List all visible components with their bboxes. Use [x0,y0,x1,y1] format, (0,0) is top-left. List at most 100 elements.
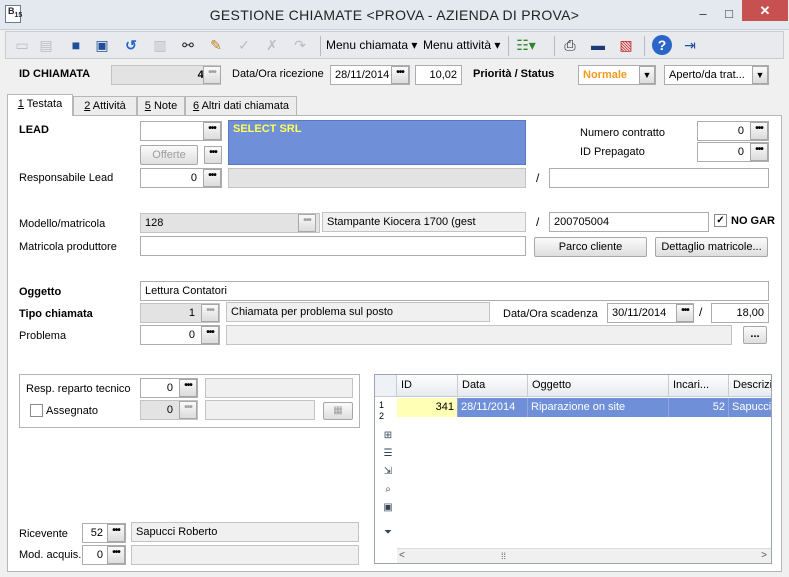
problema-description [226,325,732,345]
resp-reparto-label: Resp. reparto tecnico [26,383,131,395]
undo-icon[interactable]: ↺ [121,35,141,55]
new-icon[interactable]: ▭ [12,35,32,55]
scadenza-time-field[interactable]: 18,00 [711,303,769,323]
grid-cell-incaricato[interactable]: 52 [669,398,729,417]
column-header-incaricato[interactable]: Incari... [669,375,729,397]
prepagato-lookup-button[interactable]: ••• [750,143,768,161]
toolbar-separator [320,36,321,56]
redo-icon[interactable]: ↷ [290,35,310,55]
binoculars-icon[interactable]: ⚯ [178,35,198,55]
grid-cell-id[interactable]: 341 [397,398,458,417]
delete-icon[interactable]: ▥ [150,35,170,55]
ricevente-label: Ricevente [19,528,68,540]
tab-altri-dati[interactable]: 6 Altri dati chiamata [185,96,297,116]
offerte-button[interactable]: Offerte [140,145,198,165]
grid-corner [375,375,397,397]
pdf-icon[interactable]: ▧ [616,35,636,55]
toolbar: ▭ ▤ ■ ▣ ↺ ▥ ⚯ ✎ ✓ ✗ ↷ Menu chiamata ▾ Me… [5,31,784,59]
parco-cliente-button[interactable]: Parco cliente [534,237,647,257]
time-received-field[interactable]: 10,02 [415,65,462,85]
id-prepagato-label: ID Prepagato [580,146,645,158]
column-header-data[interactable]: Data [458,375,528,397]
help-icon[interactable]: ? [652,35,672,55]
problema-lookup-button[interactable]: ••• [201,326,219,344]
filter-icon[interactable]: ⏷ [382,527,394,539]
monitor-icon[interactable]: ▬ [588,35,608,55]
tab-note[interactable]: 5 Note [137,96,185,116]
date-picker-button[interactable]: ••• [391,66,409,84]
menu-attivita[interactable]: Menu attività ▾ [423,38,500,52]
assegnato-label: Assegnato [46,405,98,417]
separator-slash: / [536,215,540,229]
scadenza-date-picker[interactable]: ••• [676,304,694,322]
add-row-icon[interactable]: ⊞ [382,430,394,442]
assegnato-checkbox[interactable] [30,404,43,417]
id-chiamata-label: ID CHIAMATA [19,68,91,80]
exit-icon[interactable]: ⇥ [680,35,700,55]
lead-lookup-button[interactable]: ••• [203,122,221,140]
close-button[interactable]: ✕ [742,0,788,21]
horizontal-scrollbar[interactable]: < ⁞⁞ > [397,548,771,563]
assegnato-name [205,400,315,420]
menu-chiamata[interactable]: Menu chiamata ▾ [326,38,417,52]
priority-dropdown-icon[interactable]: ▼ [639,66,655,84]
problema-label: Problema [19,330,67,342]
resp-reparto-lookup-button[interactable]: ••• [179,379,197,397]
no-gar-checkbox[interactable]: ✓ [714,214,727,227]
resp-lead-name [228,168,526,188]
save-icon[interactable]: ■ [66,35,86,55]
window-title: GESTIONE CHIAMATE <PROVA - AZIENDA DI PR… [209,7,580,23]
mod-acquis-label: Mod. acquis. [19,549,82,561]
tab-attivita[interactable]: 2 Attività [73,96,137,116]
minimize-button[interactable]: – [690,4,716,24]
tab-attivita-label: Attività [90,100,126,112]
grid-cell-descrizione[interactable]: Sapucci R [729,398,771,417]
problema-more-button[interactable]: ... [743,326,767,344]
resp-lead-extra-field[interactable] [549,168,769,188]
tab-testata[interactable]: 1 Testata [7,94,73,116]
list-icon[interactable]: ☰ [382,448,394,460]
status-dropdown-icon[interactable]: ▼ [752,66,768,84]
calendar-grid-icon[interactable]: ▦ [323,402,353,420]
grid-cell-data[interactable]: 28/11/2014 [458,398,528,417]
title-bar: B15 GESTIONE CHIAMATE <PROVA - AZIENDA D… [0,0,789,30]
lead-label: LEAD [19,124,49,136]
maximize-button[interactable]: □ [716,4,742,24]
assegnato-lookup-button: ••• [179,401,197,419]
column-header-id[interactable]: ID [397,375,458,397]
column-header-descrizione[interactable]: Descrizi [729,375,771,397]
table-icon[interactable]: ▣ [382,502,394,514]
row-number: 1 [379,400,385,410]
tab-testata-label: Testata [23,98,63,110]
search-icon[interactable]: ⌕ [382,484,394,496]
mod-acquis-lookup-button[interactable]: ••• [107,546,125,564]
list-settings-icon[interactable]: ☷▾ [516,35,536,55]
scroll-grip-icon[interactable]: ⁞⁞ [501,551,506,561]
ricevente-name: Sapucci Roberto [131,522,359,542]
dettaglio-matricole-button[interactable]: Dettaglio matricole... [655,237,768,257]
matricola-field[interactable]: 200705004 [549,212,709,232]
approve-icon[interactable]: ✓ [234,35,254,55]
open-icon[interactable]: ▤ [36,35,56,55]
matricola-produttore-field[interactable] [140,236,526,256]
resp-lead-lookup-button[interactable]: ••• [203,169,221,187]
column-header-oggetto[interactable]: Oggetto [528,375,669,397]
edit-icon[interactable]: ✎ [206,35,226,55]
toolbar-separator [644,36,645,56]
print-icon[interactable]: ⎙ [560,35,580,55]
scroll-right-icon[interactable]: > [761,550,767,561]
id-lookup-button: ••• [203,66,221,84]
oggetto-field[interactable]: Lettura Contatori [140,281,769,301]
contratto-lookup-button[interactable]: ••• [750,122,768,140]
cancel-icon[interactable]: ✗ [262,35,282,55]
matricola-produttore-label: Matricola produttore [19,241,117,253]
row-number: 2 [379,411,385,421]
ricevente-lookup-button[interactable]: ••• [107,524,125,542]
oggetto-label: Oggetto [19,286,62,298]
scroll-left-icon[interactable]: < [399,550,405,561]
offerte-lookup-button[interactable]: ••• [204,146,222,164]
priority-status-label: Priorità / Status [473,68,555,80]
insert-icon[interactable]: ⇲ [382,466,394,478]
save-as-icon[interactable]: ▣ [92,35,112,55]
grid-cell-oggetto[interactable]: Riparazione on site [528,398,669,417]
